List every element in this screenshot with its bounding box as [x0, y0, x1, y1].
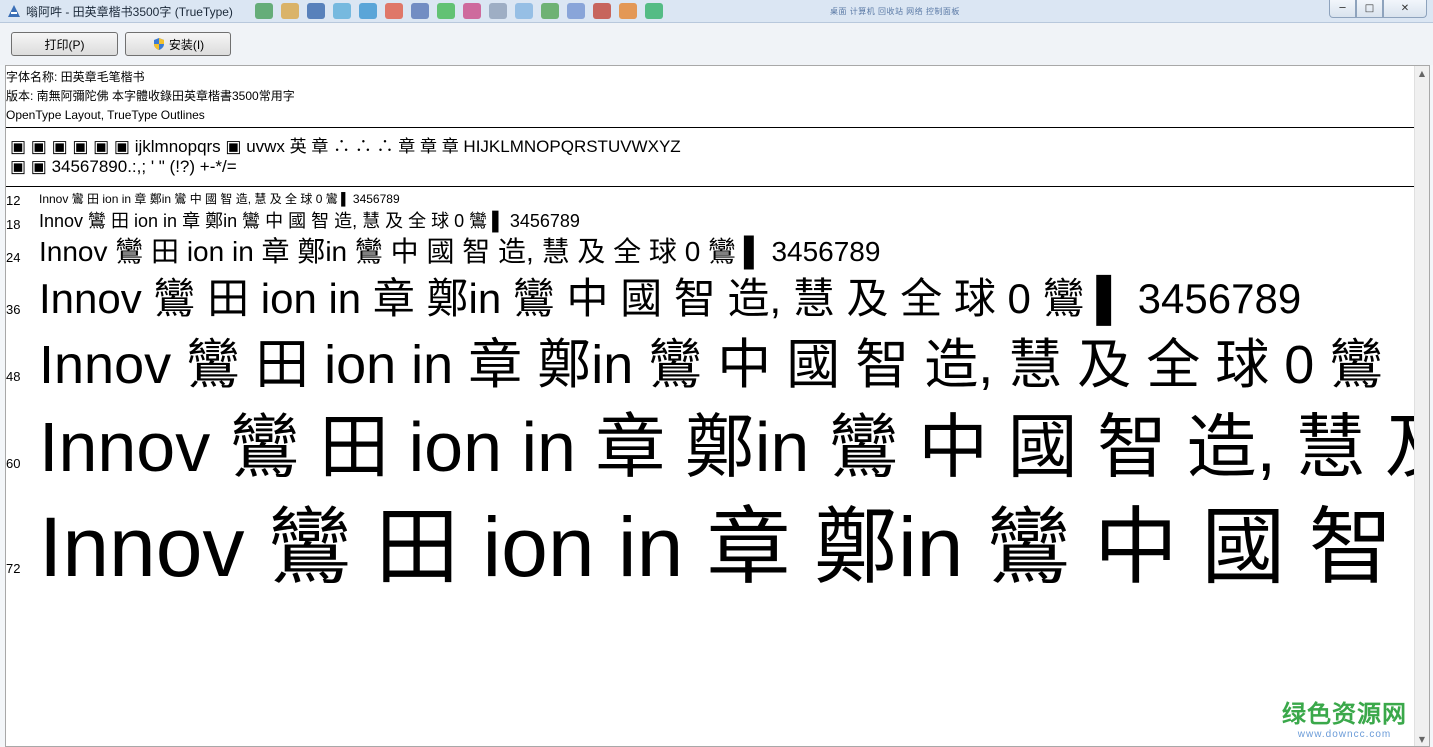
sample-size: 24	[6, 250, 21, 265]
sample-size: 12	[6, 193, 21, 208]
app-icon	[385, 3, 403, 19]
sample-text: Innov 鸞 田 ion in 章 鄭in 鸞 中 國 智 造, 慧 及 全 …	[39, 275, 1302, 322]
font-viewer-icon	[8, 5, 20, 17]
sample-text: Innov 鸞 田 ion in 章 鄭in 鸞 中 國 智 造, 慧 及 全 …	[39, 211, 580, 231]
sample-text: Innov 鸞 田 ion in 章 鄭in 鸞 中 國 智 造, 慧 及	[39, 408, 1415, 486]
sample-row-60: 60 Innov 鸞 田 ion in 章 鄭in 鸞 中 國 智 造, 慧 及	[6, 404, 1415, 494]
app-icon	[515, 3, 533, 19]
charset-line-1: ▣ ▣ ▣ ▣ ▣ ▣ ijklmnopqrs ▣ uvwx 英 章 ∴ ∴ ∴…	[10, 137, 681, 156]
app-icon	[593, 3, 611, 19]
minimize-button[interactable]: ─	[1329, 0, 1356, 18]
sample-size: 72	[6, 561, 21, 576]
install-button-label: 安装(I)	[168, 37, 205, 52]
print-button-label: 打印(P)	[44, 37, 85, 52]
sample-size: 36	[6, 302, 21, 317]
font-info: 字体名称: 田英章毛笔楷书 版本: 南無阿彌陀佛 本字體收錄田英章楷書3500常…	[6, 68, 295, 125]
separator	[6, 127, 1415, 128]
scroll-down-icon[interactable]: ▼	[1415, 732, 1429, 746]
watermark: 绿色资源网 www.downcc.com	[1282, 694, 1407, 740]
sample-row-48: 48 Innov 鸞 田 ion in 章 鄭in 鸞 中 國 智 造, 慧 及…	[6, 331, 1415, 401]
close-button[interactable]: ✕	[1383, 0, 1427, 18]
sample-row-36: 36 Innov 鸞 田 ion in 章 鄭in 鸞 中 國 智 造, 慧 及…	[6, 273, 1415, 328]
app-icon	[359, 3, 377, 19]
print-button[interactable]: 打印(P)	[11, 32, 118, 56]
charset-line-2: ▣ ▣ 34567890.:,; ' " (!?) +-*/=	[10, 157, 237, 176]
app-icon	[411, 3, 429, 19]
app-icon	[489, 3, 507, 19]
window-controls: ─ □ ✕	[1329, 0, 1427, 18]
separator	[6, 186, 1415, 187]
font-name: 字体名称: 田英章毛笔楷书	[6, 70, 145, 84]
sample-text: Innov 鸞 田 ion in 章 鄭in 鸞 中 國 智 造, 慧 及 全 …	[39, 236, 881, 267]
app-icon	[307, 3, 325, 19]
app-icon	[463, 3, 481, 19]
font-type: OpenType Layout, TrueType Outlines	[6, 108, 205, 122]
app-icon	[541, 3, 559, 19]
app-icon	[437, 3, 455, 19]
app-icon	[567, 3, 585, 19]
toolbar: 打印(P) 安装(I)	[0, 23, 1433, 65]
watermark-url: www.downcc.com	[1297, 729, 1392, 740]
sample-row-12: 12 Innov 鸞 田 ion in 章 鄭in 鸞 中 國 智 造, 慧 及…	[6, 192, 1415, 208]
title-bar[interactable]: 嗡阿吽 - 田英章楷书3500字 (TrueType) 桌面 计算机 回收站 网…	[0, 0, 1433, 23]
sample-row-72: 72 Innov 鸞 田 ion in 章 鄭in 鸞 中 國 智 造	[6, 498, 1415, 598]
font-preview-pane[interactable]: 字体名称: 田英章毛笔楷书 版本: 南無阿彌陀佛 本字體收錄田英章楷書3500常…	[5, 65, 1430, 747]
app-icon	[619, 3, 637, 19]
font-version: 版本: 南無阿彌陀佛 本字體收錄田英章楷書3500常用字	[6, 89, 295, 103]
app-icon	[645, 3, 663, 19]
watermark-text: 绿色资源网	[1282, 700, 1407, 728]
app-icon	[255, 3, 273, 19]
sample-size: 60	[6, 456, 21, 471]
scroll-up-icon[interactable]: ▲	[1415, 66, 1429, 80]
sample-size: 18	[6, 217, 21, 232]
sample-row-18: 18 Innov 鸞 田 ion in 章 鄭in 鸞 中 國 智 造, 慧 及…	[6, 209, 1415, 234]
maximize-button[interactable]: □	[1356, 0, 1383, 18]
uac-shield-icon	[153, 38, 164, 50]
app-icon	[281, 3, 299, 19]
sample-text: Innov 鸞 田 ion in 章 鄭in 鸞 中 國 智 造, 慧 及 全 …	[39, 192, 400, 206]
app-icon	[333, 3, 351, 19]
sample-text: Innov 鸞 田 ion in 章 鄭in 鸞 中 國 智 造, 慧 及 全 …	[39, 335, 1384, 395]
window-title: 嗡阿吽 - 田英章楷书3500字 (TrueType)	[26, 5, 233, 19]
taskbar-icons	[255, 3, 663, 19]
sample-row-24: 24 Innov 鸞 田 ion in 章 鄭in 鸞 中 國 智 造, 慧 及…	[6, 235, 1415, 270]
sample-text: Innov 鸞 田 ion in 章 鄭in 鸞 中 國 智 造	[39, 500, 1415, 594]
install-button[interactable]: 安装(I)	[125, 32, 231, 56]
sample-size: 48	[6, 369, 21, 384]
vertical-scrollbar[interactable]: ▲ ▼	[1414, 66, 1429, 746]
taskbar-text: 桌面 计算机 回收站 网络 控制面板	[830, 7, 960, 16]
